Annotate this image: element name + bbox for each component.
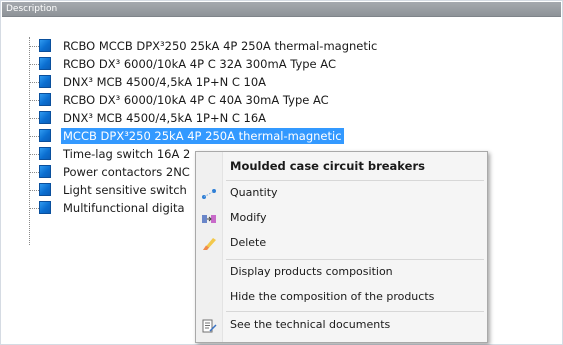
tree-branch-line xyxy=(30,136,39,137)
menu-separator xyxy=(226,259,484,260)
tree-item-1[interactable]: RCBO MCCB DPX³250 25kA 4P 250A thermal-m… xyxy=(1,37,562,55)
menu-separator xyxy=(226,180,484,181)
menu-item-delete-label: Delete xyxy=(230,236,267,249)
product-icon xyxy=(39,111,51,124)
tree-item-label: Light sensitive switch xyxy=(63,183,187,197)
product-icon xyxy=(39,129,51,142)
document-icon xyxy=(201,318,217,333)
quantity-icon xyxy=(201,186,217,200)
menu-item-delete[interactable]: Delete xyxy=(196,232,487,254)
tree-item-4[interactable]: RCBO DX³ 6000/10kA 4P C 40A 30mA Type AC xyxy=(1,91,562,109)
tree-branch-line xyxy=(30,118,39,119)
menu-item-hide-composition-label: Hide the composition of the products xyxy=(230,290,435,303)
tree-item-2[interactable]: RCBO DX³ 6000/10kA 4P C 32A 300mA Type A… xyxy=(1,55,562,73)
tree-branch-line xyxy=(30,154,39,155)
tree-item-label: MCCB DPX³250 25kA 4P 250A thermal-magnet… xyxy=(61,128,344,144)
product-icon xyxy=(39,183,51,196)
menu-item-technical-documents-label: See the technical documents xyxy=(230,318,391,331)
tree-item-label: DNX³ MCB 4500/4,5kA 1P+N C 16A xyxy=(63,111,267,125)
tree-branch-line xyxy=(30,100,39,101)
tree-item-label: Time-lag switch 16A 2 xyxy=(63,147,191,161)
tree-item-label: Power contactors 2NC xyxy=(63,165,190,179)
menu-item-quantity[interactable]: Quantity xyxy=(196,182,487,204)
tree-branch-line xyxy=(30,208,39,209)
product-icon xyxy=(39,147,51,160)
tree-item-label: DNX³ MCB 4500/4,5kA 1P+N C 10A xyxy=(63,75,267,89)
context-menu-title-label: Moulded case circuit breakers xyxy=(230,159,425,173)
tree-item-label: RCBO DX³ 6000/10kA 4P C 32A 300mA Type A… xyxy=(63,57,336,71)
menu-item-display-composition[interactable]: Display products composition xyxy=(196,261,487,283)
tree-item-label: RCBO DX³ 6000/10kA 4P C 40A 30mA Type AC xyxy=(63,93,329,107)
tree-item-6-selected[interactable]: MCCB DPX³250 25kA 4P 250A thermal-magnet… xyxy=(1,127,562,145)
tree-item-label: Multifunctional digita xyxy=(63,201,185,215)
menu-item-modify[interactable]: Modify xyxy=(196,207,487,229)
product-icon xyxy=(39,93,51,106)
tree-branch-line xyxy=(30,172,39,173)
tree-item-5[interactable]: DNX³ MCB 4500/4,5kA 1P+N C 16A xyxy=(1,109,562,127)
modify-icon xyxy=(201,211,217,225)
menu-separator xyxy=(226,311,484,312)
product-icon xyxy=(39,165,51,178)
menu-item-display-composition-label: Display products composition xyxy=(230,265,393,278)
context-menu-title: Moulded case circuit breakers xyxy=(196,155,487,177)
tree-branch-line xyxy=(30,190,39,191)
menu-item-hide-composition[interactable]: Hide the composition of the products xyxy=(196,286,487,308)
menu-item-modify-label: Modify xyxy=(230,211,267,224)
product-icon xyxy=(39,201,51,214)
eraser-icon xyxy=(201,236,217,250)
description-column-header[interactable]: Description xyxy=(2,2,561,17)
tree-item-label: RCBO MCCB DPX³250 25kA 4P 250A thermal-m… xyxy=(63,39,378,53)
description-header-label: Description xyxy=(6,4,58,14)
context-menu: Moulded case circuit breakers Quantity M… xyxy=(195,151,488,343)
product-icon xyxy=(39,39,51,52)
tree-branch-line xyxy=(30,64,39,65)
tree-branch-line xyxy=(30,82,39,83)
menu-item-quantity-label: Quantity xyxy=(230,186,278,199)
tree-item-3[interactable]: DNX³ MCB 4500/4,5kA 1P+N C 10A xyxy=(1,73,562,91)
tree-branch-line xyxy=(30,46,39,47)
menu-item-technical-documents[interactable]: See the technical documents xyxy=(196,314,487,336)
product-icon xyxy=(39,57,51,70)
product-icon xyxy=(39,75,51,88)
